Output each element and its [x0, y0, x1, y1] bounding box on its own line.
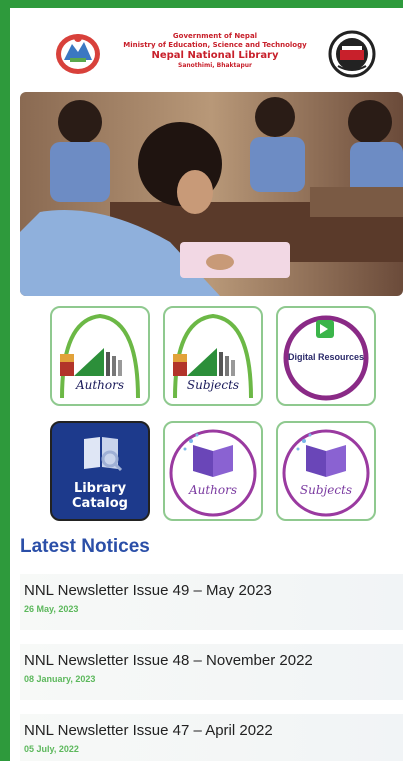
subjects-label-2: Subjects: [299, 483, 353, 497]
open-book-ring-icon: [169, 429, 257, 517]
book-search-icon: [84, 437, 123, 472]
latest-notices-heading: Latest Notices: [20, 536, 150, 557]
open-book-ring-icon: [282, 429, 370, 517]
digital-resources-tile[interactable]: Digital Resources: [276, 306, 376, 406]
gov-label: Government of Nepal: [172, 32, 258, 40]
notice-title[interactable]: NNL Newsletter Issue 48 – November 2022: [24, 652, 313, 669]
location-label: Sanothimi, Bhaktapur: [178, 62, 252, 69]
authors-label-2: Authors: [188, 483, 238, 497]
authors-label: Authors: [75, 378, 125, 392]
library-title: Nepal National Library: [151, 50, 279, 61]
notice-item[interactable]: NNL Newsletter Issue 47 – April 2022 05 …: [20, 714, 403, 761]
subjects-tile[interactable]: Subjects: [163, 306, 263, 406]
ministry-label: Ministry of Education, Science and Techn…: [123, 41, 307, 49]
digital-resources-label: Digital Resources: [287, 352, 365, 362]
catalog-line1: Library: [73, 481, 127, 496]
app-frame: Government of Nepal Ministry of Educatio…: [10, 8, 403, 761]
notice-date: 05 July, 2022: [24, 744, 79, 754]
nepal-emblem-icon: [56, 34, 100, 74]
library-logo-icon: [328, 30, 376, 78]
notice-item[interactable]: NNL Newsletter Issue 49 – May 2023 26 Ma…: [20, 574, 403, 630]
notice-date: 08 January, 2023: [24, 674, 96, 684]
site-header: Government of Nepal Ministry of Educatio…: [10, 8, 403, 92]
notice-title[interactable]: NNL Newsletter Issue 47 – April 2022: [24, 722, 273, 739]
authors-tile-2[interactable]: Authors: [163, 421, 263, 521]
catalog-line2: Catalog: [72, 496, 128, 511]
subjects-label: Subjects: [186, 378, 240, 392]
notice-item[interactable]: NNL Newsletter Issue 48 – November 2022 …: [20, 644, 403, 700]
header-text: Government of Nepal Ministry of Educatio…: [110, 32, 320, 70]
notice-date: 26 May, 2023: [24, 604, 79, 614]
authors-tile[interactable]: Authors: [50, 306, 150, 406]
hero-image: [20, 92, 403, 296]
library-catalog-tile[interactable]: Library Catalog: [50, 421, 150, 521]
library-catalog-label: Library Catalog: [52, 481, 148, 511]
subjects-tile-2[interactable]: Subjects: [276, 421, 376, 521]
notice-title[interactable]: NNL Newsletter Issue 49 – May 2023: [24, 582, 272, 599]
